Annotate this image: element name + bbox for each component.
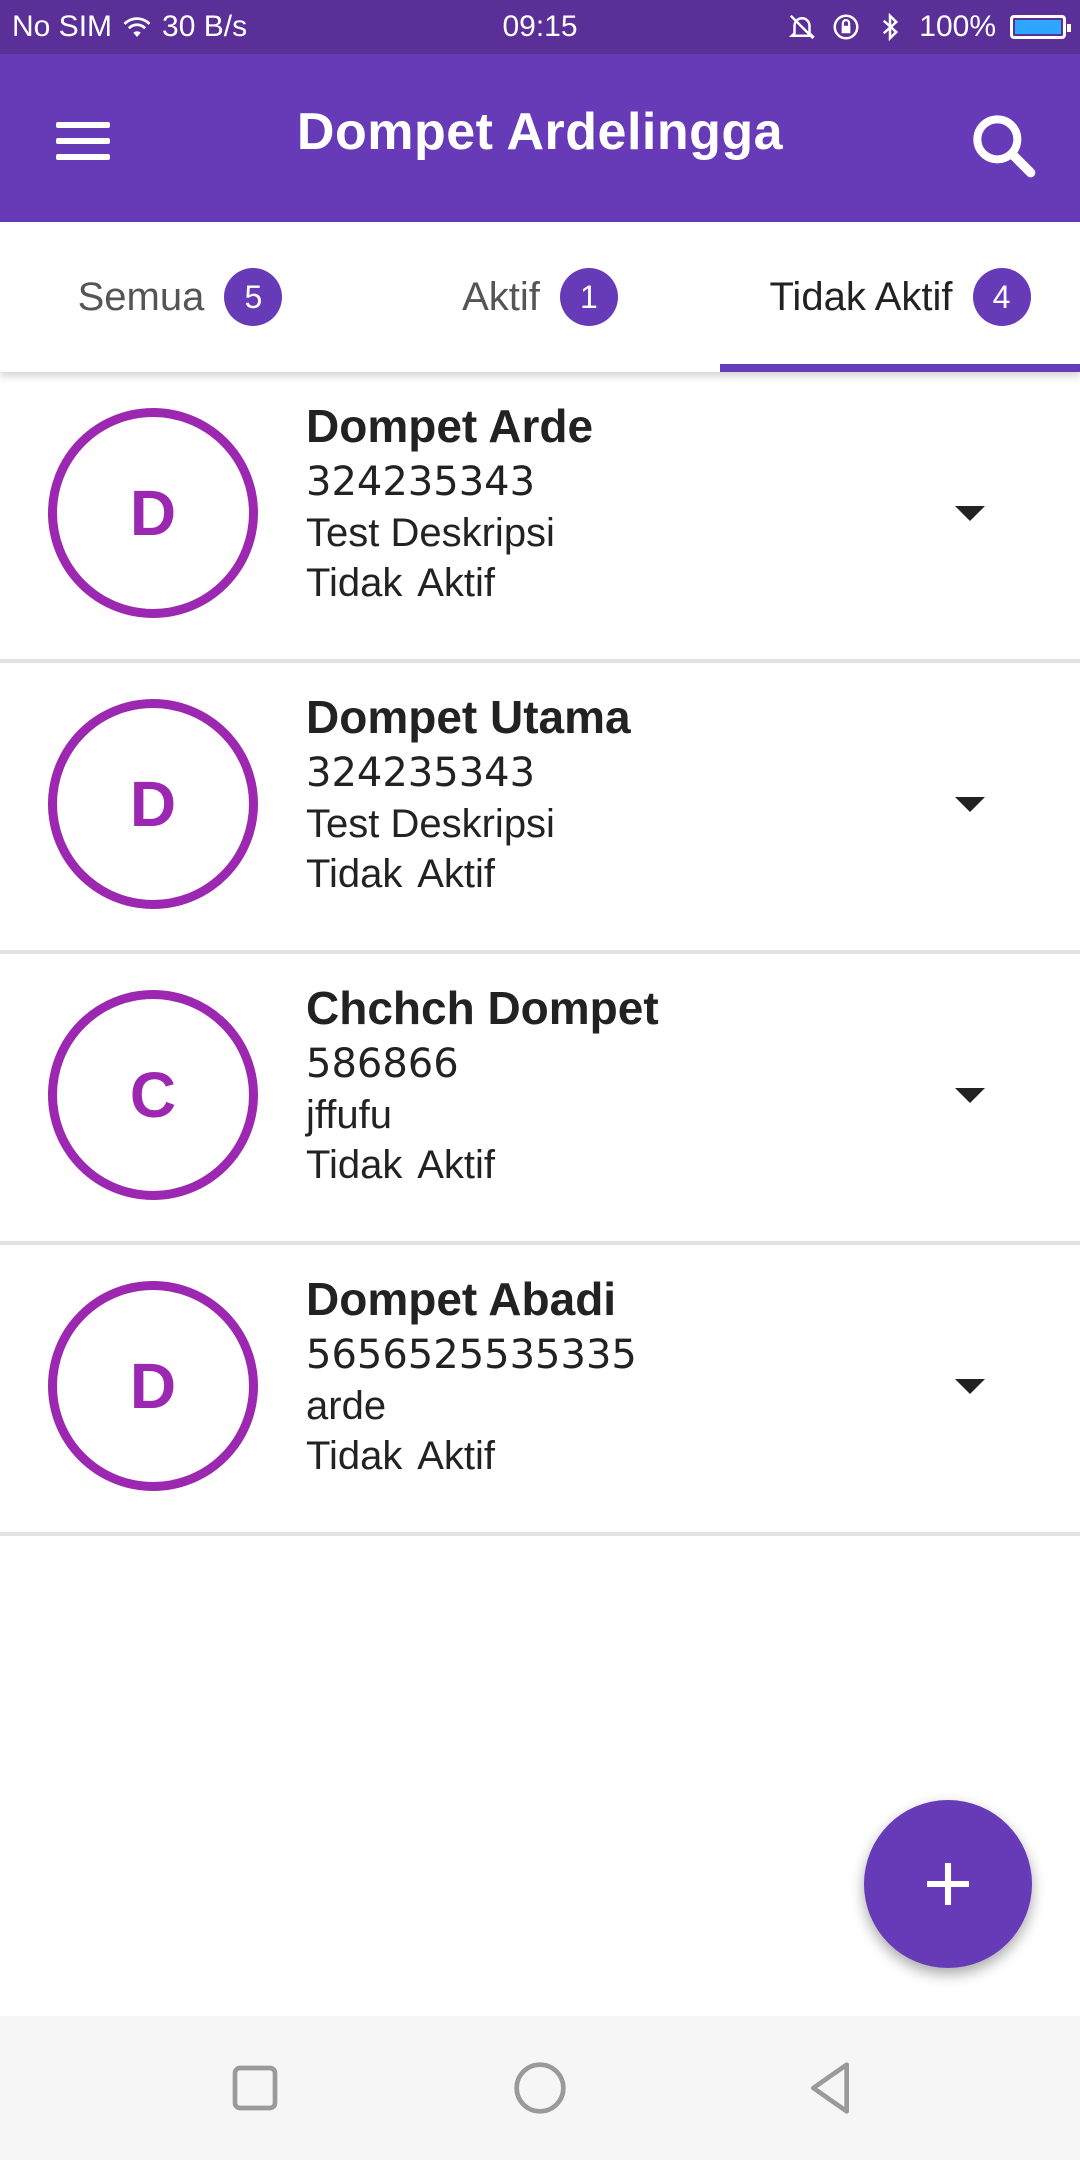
- plus-icon: [927, 1863, 969, 1905]
- app-bar: Dompet Ardelingga: [0, 54, 1080, 222]
- battery-percent: 100%: [919, 10, 996, 43]
- back-icon[interactable]: [790, 2048, 870, 2128]
- system-nav-bar: [0, 2016, 1080, 2160]
- wallet-description: arde: [306, 1384, 387, 1428]
- status-bar-right: 100%: [787, 10, 1071, 44]
- wallet-info: Chchch Dompet 586866 jffufu Tidak Aktif: [306, 978, 659, 1190]
- wallet-list: D Dompet Arde 324235343 Test Deskripsi T…: [0, 372, 1080, 1536]
- wallet-info: Dompet Utama 324235343 Test Deskripsi Ti…: [306, 687, 631, 899]
- tab-label: Semua: [77, 274, 205, 319]
- recent-apps-icon[interactable]: [215, 2048, 295, 2128]
- wallet-name: Chchch Dompet: [306, 982, 659, 1034]
- tab-tidak-aktif[interactable]: Tidak Aktif 4: [720, 222, 1080, 372]
- app-title: Dompet Ardelingga: [296, 103, 784, 161]
- tab-count-badge: 5: [224, 268, 283, 326]
- active-tab-indicator: [720, 364, 1080, 372]
- wallet-name: Dompet Abadi: [306, 1273, 617, 1325]
- wallet-status: Tidak Aktif: [306, 852, 496, 896]
- home-icon[interactable]: [500, 2048, 580, 2128]
- wallet-status: Tidak Aktif: [306, 561, 496, 605]
- wallet-name: Dompet Utama: [306, 691, 631, 743]
- wallet-number: 324235343: [306, 750, 536, 796]
- tab-label: Tidak Aktif: [769, 274, 953, 319]
- wallet-number: 5656525535335: [306, 1332, 637, 1378]
- rotation-lock-icon: [833, 14, 859, 40]
- avatar: D: [48, 699, 258, 909]
- wallet-status: Tidak Aktif: [306, 1143, 496, 1187]
- battery-icon: [1010, 15, 1071, 39]
- dropdown-arrow-icon[interactable]: [940, 1361, 1000, 1411]
- wallet-number: 586866: [306, 1041, 459, 1087]
- tab-bar: Semua 5 Aktif 1 Tidak Aktif 4: [0, 222, 1080, 372]
- wallet-description: Test Deskripsi: [306, 511, 555, 555]
- list-item[interactable]: D Dompet Arde 324235343 Test Deskripsi T…: [0, 372, 1080, 663]
- search-icon[interactable]: [964, 106, 1044, 186]
- dropdown-arrow-icon[interactable]: [940, 1070, 1000, 1120]
- tab-aktif[interactable]: Aktif 1: [360, 222, 720, 372]
- mute-icon: [789, 14, 816, 40]
- tab-count-badge: 1: [559, 268, 618, 326]
- wallet-description: Test Deskripsi: [306, 802, 555, 846]
- tab-label: Aktif: [462, 274, 540, 319]
- tab-count-badge: 4: [972, 268, 1031, 326]
- tab-semua[interactable]: Semua 5: [0, 222, 360, 372]
- wallet-number: 324235343: [306, 459, 536, 505]
- dropdown-arrow-icon[interactable]: [940, 779, 1000, 829]
- wallet-info: Dompet Arde 324235343 Test Deskripsi Tid…: [306, 396, 593, 608]
- avatar: C: [48, 990, 258, 1200]
- wallet-description: jffufu: [306, 1093, 392, 1137]
- avatar: D: [48, 408, 258, 618]
- list-item[interactable]: D Dompet Utama 324235343 Test Deskripsi …: [0, 663, 1080, 954]
- bluetooth-icon: [883, 12, 899, 42]
- dropdown-arrow-icon[interactable]: [940, 488, 1000, 538]
- wallet-info: Dompet Abadi 5656525535335 arde Tidak Ak…: [306, 1269, 637, 1481]
- status-bar: No SIM 30 B/s 09:15 100%: [0, 0, 1080, 54]
- list-item[interactable]: D Dompet Abadi 5656525535335 arde Tidak …: [0, 1245, 1080, 1536]
- wallet-status: Tidak Aktif: [306, 1434, 496, 1478]
- add-wallet-button[interactable]: [864, 1800, 1032, 1968]
- list-item[interactable]: C Chchch Dompet 586866 jffufu Tidak Akti…: [0, 954, 1080, 1245]
- wallet-name: Dompet Arde: [306, 400, 594, 452]
- avatar: D: [48, 1281, 258, 1491]
